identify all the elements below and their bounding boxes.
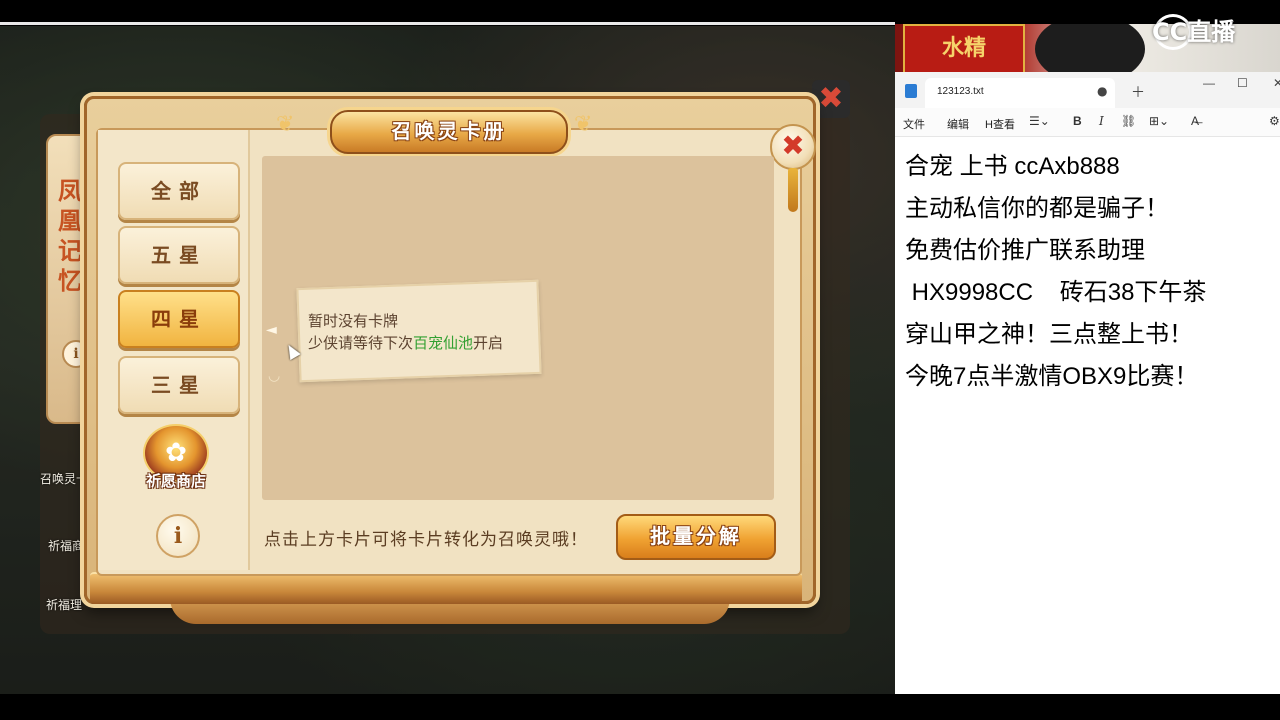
left-item-summon-card[interactable]: 召唤灵卡	[40, 470, 88, 487]
tab-all[interactable]: 全部	[118, 162, 240, 220]
menu-file[interactable]: 文件	[903, 116, 925, 132]
text-line: HX9998CC 砖石38下午茶	[905, 279, 1207, 306]
notepad-menubar: 文件 编辑 H查看 ☰⌄ B I ⛓ ⊞⌄ A̶ ⚙	[895, 108, 1280, 137]
title-right-wing-icon: ❦	[574, 112, 593, 137]
notepad-window: 123123.txt ● ＋ — ☐ ✕ 文件 编辑 H查看 ☰⌄ B I ⛓ …	[895, 72, 1280, 694]
text-line: 主动私信你的都是骗子！	[905, 195, 1169, 222]
text-line: 穿山甲之神！三点整上书！	[905, 321, 1193, 348]
bold-button[interactable]: B	[1073, 114, 1082, 128]
notepad-file-tab[interactable]: 123123.txt ●	[925, 78, 1115, 108]
new-tab-icon[interactable]: ＋	[1131, 82, 1145, 102]
list-icon[interactable]: ☰⌄	[1029, 114, 1050, 128]
wish-shop-button[interactable]: ✿ 祈愿商店	[140, 424, 212, 494]
text-line: 今晚7点半激情OBX9比赛！	[905, 363, 1199, 390]
empty-state-note	[296, 279, 542, 383]
empty-state-title: 暂时没有卡牌	[308, 312, 399, 330]
close-button[interactable]: ✖	[770, 124, 816, 170]
stream-bottom-bar	[0, 694, 1280, 720]
tab-five-star[interactable]: 五星	[118, 226, 240, 284]
tab-four-star[interactable]: 四星	[118, 290, 240, 348]
batch-decompose-button[interactable]: 批量分解	[616, 514, 776, 560]
minimize-icon[interactable]: —	[1203, 76, 1215, 90]
notepad-file-name: 123123.txt	[937, 86, 984, 97]
settings-icon[interactable]: ⚙	[1269, 114, 1280, 128]
empty-msg-prefix: 少侠请等待下次	[308, 334, 414, 352]
left-panel-title: 凤凰记忆	[58, 177, 82, 295]
tab-three-star[interactable]: 三星	[118, 356, 240, 414]
convert-hint: 点击上方卡片可将卡片转化为召唤灵哦！	[264, 530, 588, 550]
unsaved-dot-icon[interactable]: ●	[1097, 84, 1107, 98]
notepad-titlebar: 123123.txt ● ＋ — ☐ ✕	[895, 72, 1280, 108]
panel-title: 召唤灵卡册	[330, 110, 568, 154]
cam-banner: 水精	[903, 24, 1025, 72]
note-pin-icon: ◄	[266, 322, 277, 338]
streamer-head	[1035, 24, 1145, 72]
panel-bottom-rail	[90, 572, 802, 604]
notepad-text-area[interactable]: 合宠 上书 ccAxb888 主动私信你的都是骗子！ 免费估价推广联系助理 HX…	[905, 146, 1275, 398]
clear-format-icon[interactable]: A̶	[1191, 114, 1199, 128]
left-item-pray-shop[interactable]: 祈福商	[48, 537, 84, 554]
tassel-decoration	[788, 168, 798, 212]
italic-button[interactable]: I	[1099, 114, 1104, 128]
menu-edit[interactable]: 编辑	[947, 116, 969, 132]
stream-top-divider	[0, 22, 895, 25]
stream-top-bar	[0, 0, 1280, 24]
pool-name-highlight: 百宠仙池	[413, 334, 474, 352]
background-close-button[interactable]: ✖	[812, 80, 850, 118]
cc-logo: CC直播	[1152, 18, 1236, 46]
text-line: 合宠 上书 ccAxb888	[905, 153, 1120, 180]
empty-state-message: 少侠请等待下次百宠仙池开启	[308, 332, 503, 353]
wish-shop-label: 祈愿商店	[145, 472, 206, 490]
title-left-wing-icon: ❦	[276, 112, 295, 137]
close-window-icon[interactable]: ✕	[1273, 76, 1280, 90]
menu-view[interactable]: H查看	[985, 116, 1015, 132]
empty-msg-suffix: 开启	[473, 334, 504, 352]
table-icon[interactable]: ⊞⌄	[1149, 114, 1169, 128]
maximize-icon[interactable]: ☐	[1237, 76, 1248, 90]
link-icon[interactable]: ⛓	[1121, 114, 1136, 128]
note-curl-icon: ◡	[268, 368, 281, 384]
text-line: 免费估价推广联系助理	[905, 237, 1145, 264]
info-button[interactable]: i	[156, 514, 200, 558]
left-item-pray[interactable]: 祈福理	[46, 596, 82, 613]
notepad-app-icon	[905, 84, 917, 98]
